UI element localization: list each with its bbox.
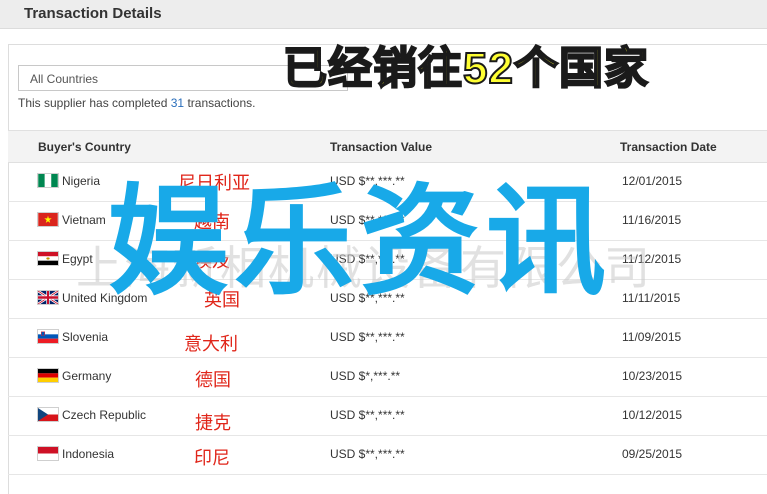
table-header: Buyer's Country Transaction Value Transa…	[8, 130, 767, 163]
row-chinese-label: 印尼	[194, 448, 230, 468]
table-row: Slovenia 意大利 USD $**,***.** 11/09/2015	[8, 318, 767, 358]
promo-banner-text: 已经销往52个国家	[282, 43, 649, 94]
table-row: Czech Republic 捷克 USD $**,***.** 10/12/2…	[8, 396, 767, 436]
row-value: USD $*,***.**	[330, 369, 401, 383]
transaction-count: 31	[170, 96, 185, 110]
row-chinese-label: 德国	[195, 370, 231, 390]
summary-suffix: transactions.	[184, 96, 256, 110]
column-header-date[interactable]: Transaction Date	[620, 140, 717, 154]
row-country: Germany	[62, 369, 112, 383]
czech-flag-icon	[37, 407, 59, 422]
nigeria-flag-icon	[37, 173, 59, 188]
column-header-country[interactable]: Buyer's Country	[38, 140, 131, 154]
row-date: 12/01/2015	[622, 174, 683, 188]
page-title: Transaction Details	[24, 5, 162, 22]
row-country: Nigeria	[62, 174, 101, 188]
transaction-summary: This supplier has completed 31 transacti…	[18, 96, 255, 110]
row-country: Czech Republic	[62, 408, 147, 422]
row-value: USD $**,***.**	[330, 447, 405, 461]
title-bar: Transaction Details	[0, 0, 767, 29]
row-chinese-label: 捷克	[195, 413, 231, 433]
row-country: Vietnam	[62, 213, 106, 227]
vietnam-flag-icon	[37, 212, 59, 227]
row-country: Slovenia	[62, 330, 109, 344]
row-date: 10/23/2015	[622, 369, 683, 383]
germany-flag-icon	[37, 368, 59, 383]
row-date: 09/25/2015	[622, 447, 683, 461]
row-date: 11/16/2015	[622, 213, 682, 227]
summary-prefix: This supplier has completed	[18, 96, 171, 110]
indonesia-flag-icon	[37, 446, 59, 461]
slovenia-flag-icon	[37, 329, 59, 344]
column-header-value[interactable]: Transaction Value	[330, 140, 432, 154]
row-date: 11/09/2015	[622, 330, 682, 344]
egypt-flag-icon	[37, 251, 59, 266]
row-date: 10/12/2015	[622, 408, 683, 422]
table-row: Germany 德国 USD $*,***.** 10/23/2015	[8, 357, 767, 397]
row-value: USD $**,***.**	[330, 330, 405, 344]
big-overlay-text: 娱乐资讯	[108, 175, 612, 309]
row-value: USD $**,***.**	[330, 408, 405, 422]
uk-flag-icon	[37, 290, 59, 305]
row-country: Indonesia	[62, 447, 115, 461]
row-chinese-label: 意大利	[184, 334, 238, 354]
table-row: Indonesia 印尼 USD $**,***.** 09/25/2015	[8, 435, 767, 475]
